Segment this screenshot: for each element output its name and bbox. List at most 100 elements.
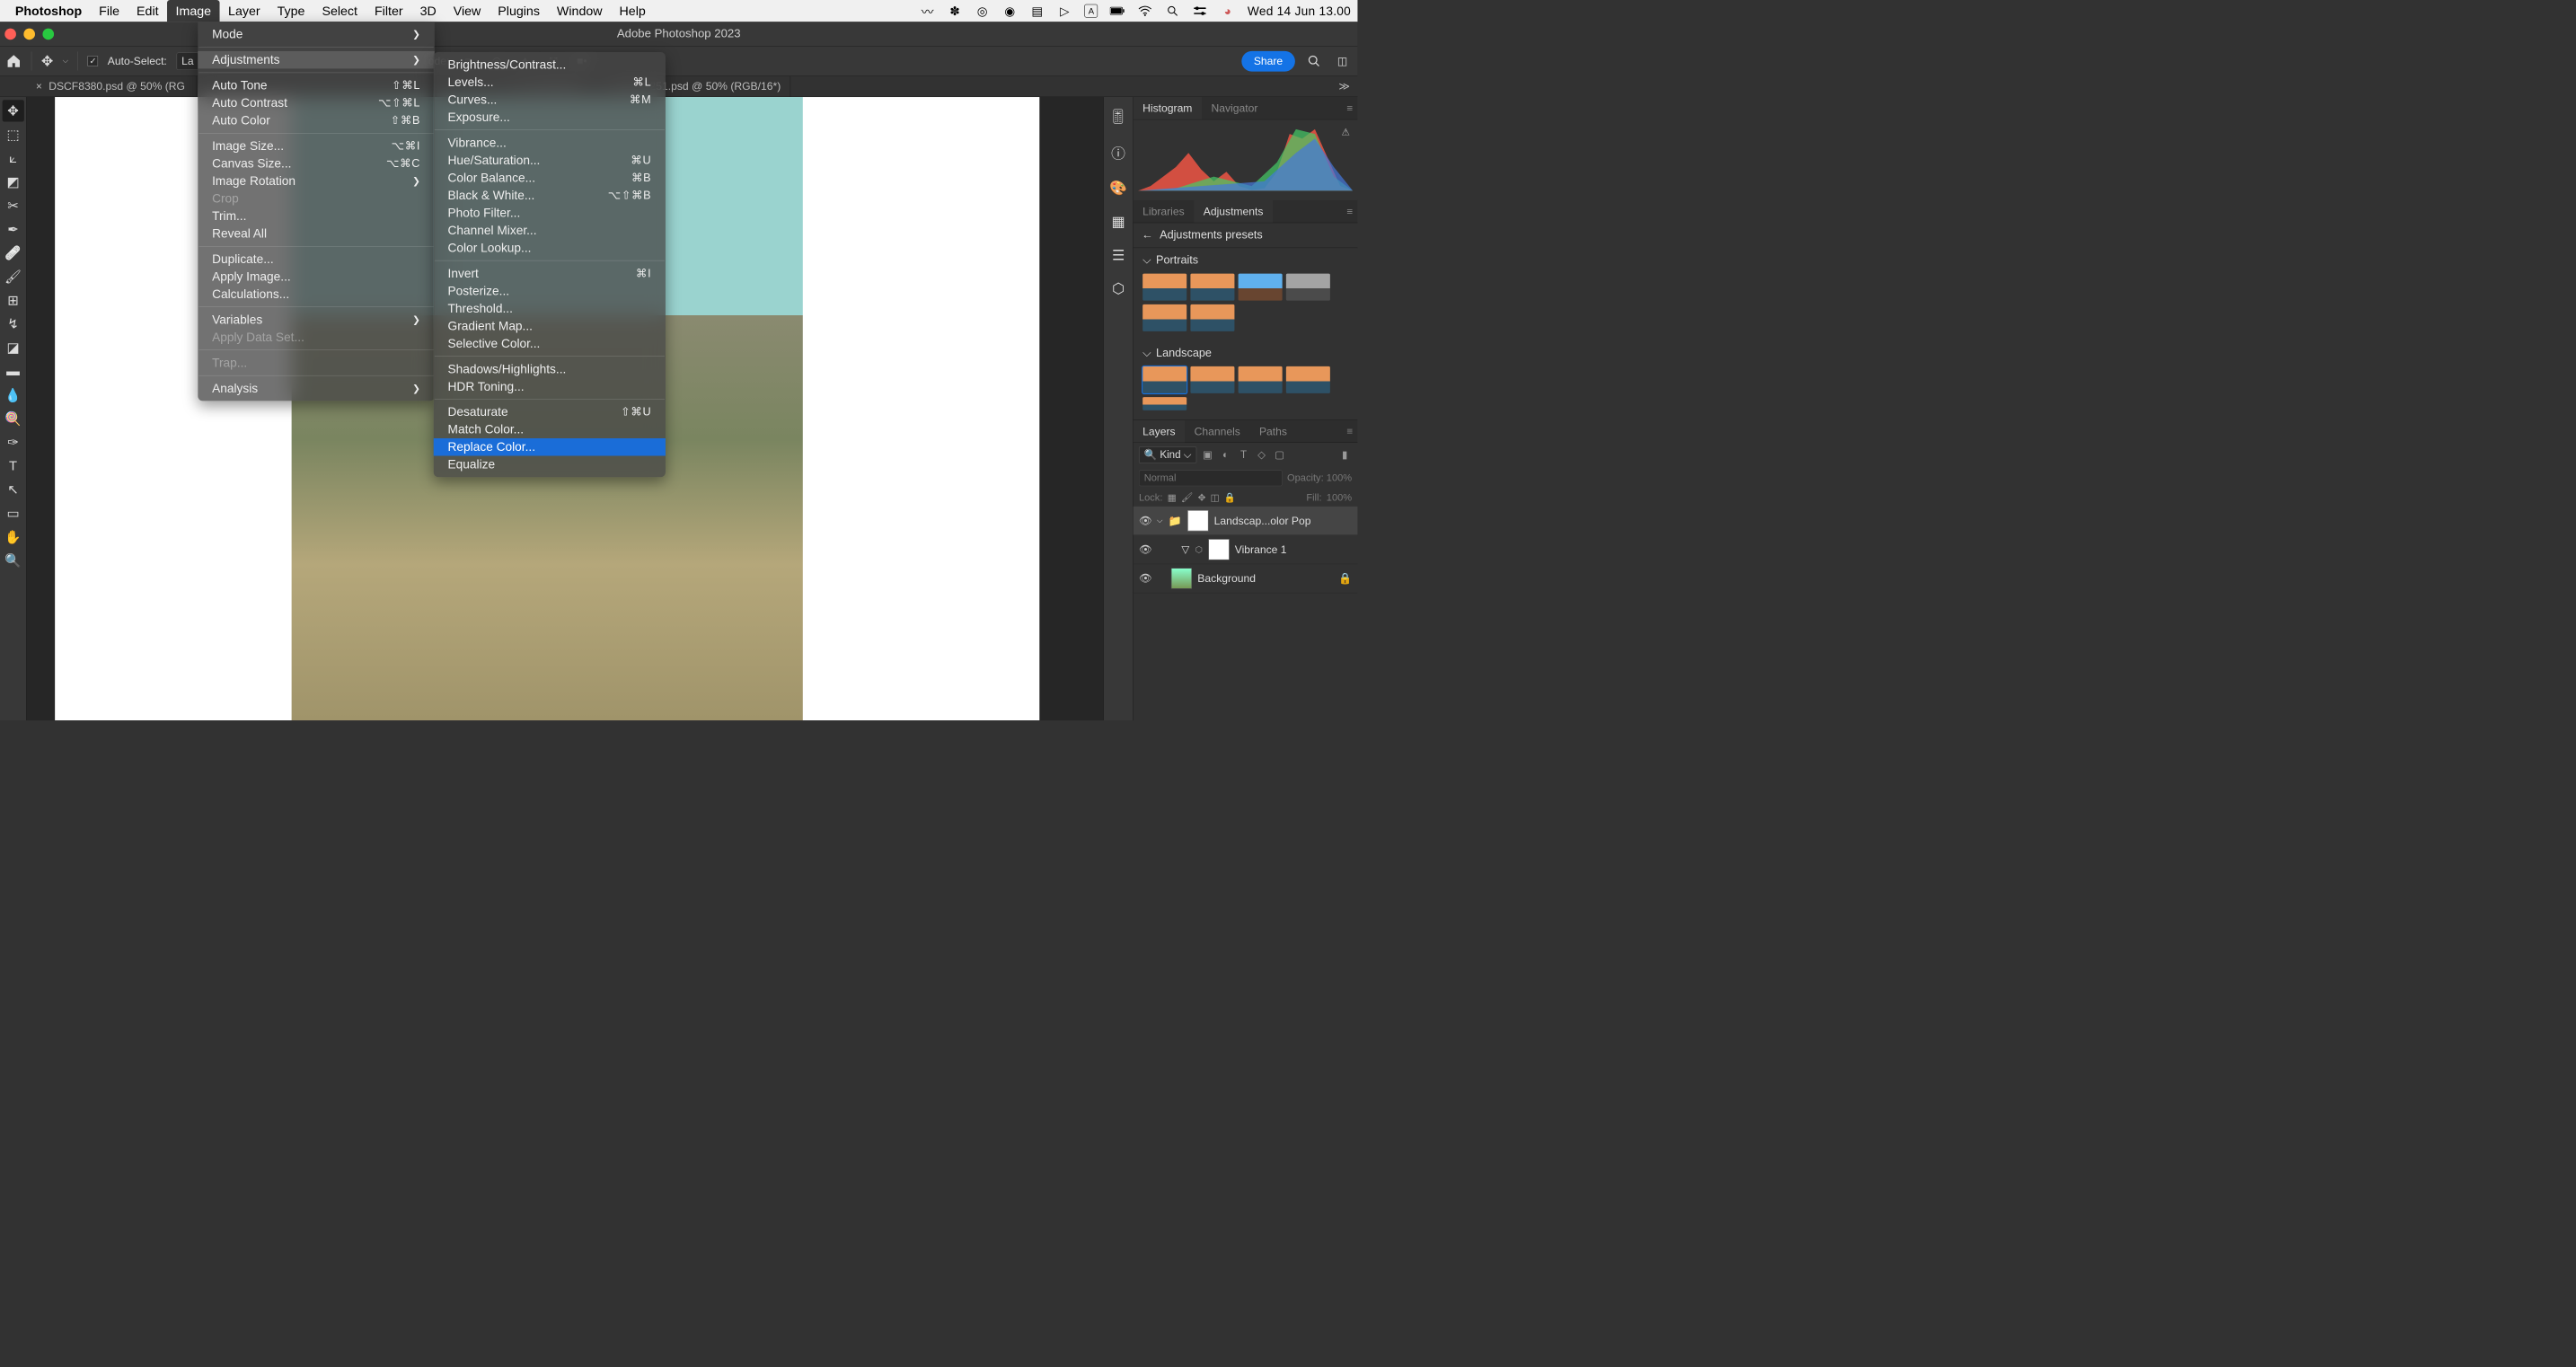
menu-item-brightness-contrast-[interactable]: Brightness/Contrast...: [434, 56, 666, 73]
preset-thumb[interactable]: [1190, 366, 1234, 393]
panel-icon-sliders[interactable]: 🎚: [1109, 109, 1127, 125]
filter-adjustment-icon[interactable]: ◐: [1219, 448, 1233, 463]
tab-navigator[interactable]: Navigator: [1202, 97, 1267, 119]
workspace-icon[interactable]: ◫: [1333, 51, 1352, 70]
back-arrow-icon[interactable]: ←: [1142, 229, 1153, 243]
preset-thumb[interactable]: [1239, 274, 1283, 301]
layer-mask-thumb[interactable]: [1187, 510, 1208, 531]
window-minimize-button[interactable]: [23, 28, 35, 40]
search-icon[interactable]: [1304, 51, 1323, 70]
filter-toggle-icon[interactable]: ▮: [1337, 448, 1352, 463]
status-icon-5[interactable]: ▤: [1029, 4, 1045, 19]
lock-all-icon[interactable]: 🔒: [1224, 492, 1236, 504]
tab-paths[interactable]: Paths: [1249, 420, 1296, 442]
status-icon-3[interactable]: ◎: [975, 4, 990, 19]
share-button[interactable]: Share: [1241, 51, 1295, 72]
menu-item-photo-filter-[interactable]: Photo Filter...: [434, 204, 666, 221]
brush-tool-icon[interactable]: 🖌: [2, 266, 23, 287]
auto-select-dropdown[interactable]: La: [176, 52, 198, 69]
menu-item-apply-image-[interactable]: Apply Image...: [198, 268, 435, 285]
move-tool-icon[interactable]: ✥: [41, 53, 53, 69]
layer-item[interactable]: 👁 ▽ ⬡ Vibrance 1: [1134, 535, 1358, 564]
move-tool-icon[interactable]: ✥: [2, 100, 23, 121]
layer-item[interactable]: 👁 Background 🔒: [1134, 564, 1358, 593]
menu-item-adjustments[interactable]: Adjustments❯: [198, 51, 435, 68]
menu-item-color-lookup-[interactable]: Color Lookup...: [434, 239, 666, 256]
fill-value[interactable]: 100%: [1327, 492, 1352, 504]
menu-item-curves-[interactable]: Curves...⌘M: [434, 91, 666, 108]
status-icon-1[interactable]: 〰: [920, 4, 935, 19]
opacity-value[interactable]: 100%: [1327, 472, 1352, 484]
menubar-datetime[interactable]: Wed 14 Jun 13.00: [1248, 4, 1351, 18]
menubar-item-select[interactable]: Select: [313, 0, 366, 22]
menubar-item-view[interactable]: View: [445, 0, 490, 22]
lock-artboard-icon[interactable]: ◫: [1211, 492, 1220, 504]
control-center-icon[interactable]: [1193, 4, 1208, 19]
tab-close-icon[interactable]: ×: [36, 80, 42, 93]
histogram-warning-icon[interactable]: ⚠: [1342, 127, 1350, 138]
document-tab[interactable]: ×DSCF8380.psd @ 50% (RG: [27, 76, 198, 97]
adjustments-presets-header[interactable]: ← Adjustments presets: [1134, 223, 1358, 248]
rectangle-tool-icon[interactable]: ▭: [2, 502, 23, 524]
menu-item-black-white-[interactable]: Black & White...⌥⇧⌘B: [434, 187, 666, 204]
blend-mode-dropdown[interactable]: Normal: [1139, 470, 1283, 486]
tab-histogram[interactable]: Histogram: [1134, 97, 1202, 119]
menubar-item-image[interactable]: Image: [167, 0, 220, 22]
crop-tool-icon[interactable]: ✂: [2, 195, 23, 216]
blur-tool-icon[interactable]: 💧: [2, 384, 23, 405]
preset-thumb[interactable]: [1142, 366, 1187, 393]
panel-icon-info[interactable]: ⓘ: [1111, 142, 1125, 163]
menubar-item-3d[interactable]: 3D: [411, 0, 445, 22]
eraser-tool-icon[interactable]: ◪: [2, 337, 23, 358]
preset-thumb[interactable]: [1142, 397, 1187, 410]
menubar-item-file[interactable]: File: [91, 0, 128, 22]
panel-icon-patterns[interactable]: ▦: [1112, 214, 1125, 230]
layer-name[interactable]: Vibrance 1: [1235, 543, 1287, 556]
panel-icon-3d[interactable]: ⬡: [1112, 281, 1125, 297]
menu-item-color-balance-[interactable]: Color Balance...⌘B: [434, 169, 666, 186]
menu-item-vibrance-[interactable]: Vibrance...: [434, 134, 666, 151]
history-brush-tool-icon[interactable]: ↯: [2, 313, 23, 334]
preset-thumb[interactable]: [1190, 274, 1234, 301]
menu-item-canvas-size-[interactable]: Canvas Size...⌥⌘C: [198, 154, 435, 172]
layer-visibility-icon[interactable]: 👁: [1139, 572, 1151, 585]
clone-stamp-tool-icon[interactable]: ⊞: [2, 289, 23, 311]
tabs-overflow-icon[interactable]: ≫: [1331, 76, 1358, 97]
preset-thumb[interactable]: [1286, 366, 1330, 393]
home-icon[interactable]: [5, 53, 22, 69]
eyedropper-tool-icon[interactable]: ✒: [2, 218, 23, 240]
landscape-toggle[interactable]: ⌵Landscape: [1142, 347, 1348, 360]
menubar-item-help[interactable]: Help: [611, 0, 654, 22]
menubar-item-window[interactable]: Window: [548, 0, 611, 22]
menu-item-threshold-[interactable]: Threshold...: [434, 300, 666, 317]
menu-item-analysis[interactable]: Analysis❯: [198, 380, 435, 397]
menubar-item-type[interactable]: Type: [269, 0, 313, 22]
wifi-icon[interactable]: [1138, 4, 1153, 19]
app-name[interactable]: Photoshop: [15, 4, 82, 18]
menu-item-exposure-[interactable]: Exposure...: [434, 109, 666, 126]
menu-item-invert[interactable]: Invert⌘I: [434, 265, 666, 282]
layer-visibility-icon[interactable]: 👁: [1139, 515, 1151, 527]
tab-channels[interactable]: Channels: [1185, 420, 1249, 442]
menu-item-hue-saturation-[interactable]: Hue/Saturation...⌘U: [434, 152, 666, 169]
gradient-tool-icon[interactable]: ▬: [2, 360, 23, 382]
panel-menu-icon[interactable]: ≡: [1346, 425, 1357, 437]
window-close-button[interactable]: [4, 28, 16, 40]
menu-item-selective-color-[interactable]: Selective Color...: [434, 335, 666, 352]
menu-item-channel-mixer-[interactable]: Channel Mixer...: [434, 222, 666, 239]
preset-thumb[interactable]: [1239, 366, 1283, 393]
spotlight-icon[interactable]: [1165, 4, 1180, 19]
panel-menu-icon[interactable]: ≡: [1346, 205, 1357, 217]
menubar-item-plugins[interactable]: Plugins: [490, 0, 549, 22]
panel-menu-icon[interactable]: ≡: [1346, 102, 1357, 115]
menu-item-duplicate-[interactable]: Duplicate...: [198, 251, 435, 268]
menu-item-equalize[interactable]: Equalize: [434, 456, 666, 473]
preset-thumb[interactable]: [1286, 274, 1330, 301]
layer-filter-kind-dropdown[interactable]: 🔍 Kind ⌵: [1139, 446, 1196, 463]
dodge-tool-icon[interactable]: 🍭: [2, 408, 23, 429]
filter-smart-icon[interactable]: ▢: [1273, 448, 1287, 463]
object-select-tool-icon[interactable]: ◩: [2, 171, 23, 192]
path-select-tool-icon[interactable]: ↖: [2, 479, 23, 500]
auto-select-checkbox[interactable]: ✓: [88, 56, 99, 66]
menu-item-auto-color[interactable]: Auto Color⇧⌘B: [198, 111, 435, 128]
